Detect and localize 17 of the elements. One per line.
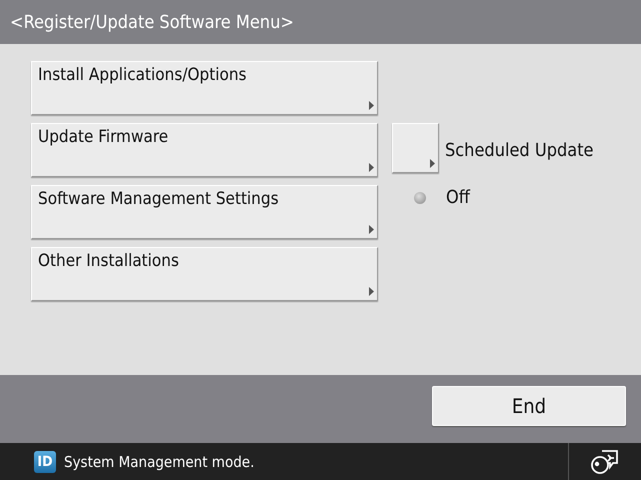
status-message: System Management mode. <box>64 452 256 470</box>
caret-icon <box>369 163 374 172</box>
end-button[interactable]: End <box>432 386 626 426</box>
menu-button[interactable]: Update Firmware <box>31 123 378 177</box>
scheduled-update-label: Scheduled Update <box>445 140 594 160</box>
chat-icon[interactable] <box>590 448 620 474</box>
menu-button[interactable]: Install Applications/Options <box>31 61 378 115</box>
status-text: Off <box>446 187 470 208</box>
window-title: <Register/Update Software Menu> <box>10 12 294 32</box>
id-badge: ID <box>34 450 56 472</box>
caret-icon <box>369 101 374 110</box>
menu-button[interactable]: Software Management Settings <box>31 185 378 239</box>
scheduled-update-button[interactable] <box>392 123 439 173</box>
caret-icon <box>369 287 374 296</box>
caret-icon <box>430 159 435 168</box>
menu-button[interactable]: Other Installations <box>31 247 378 301</box>
caret-icon <box>369 225 374 234</box>
